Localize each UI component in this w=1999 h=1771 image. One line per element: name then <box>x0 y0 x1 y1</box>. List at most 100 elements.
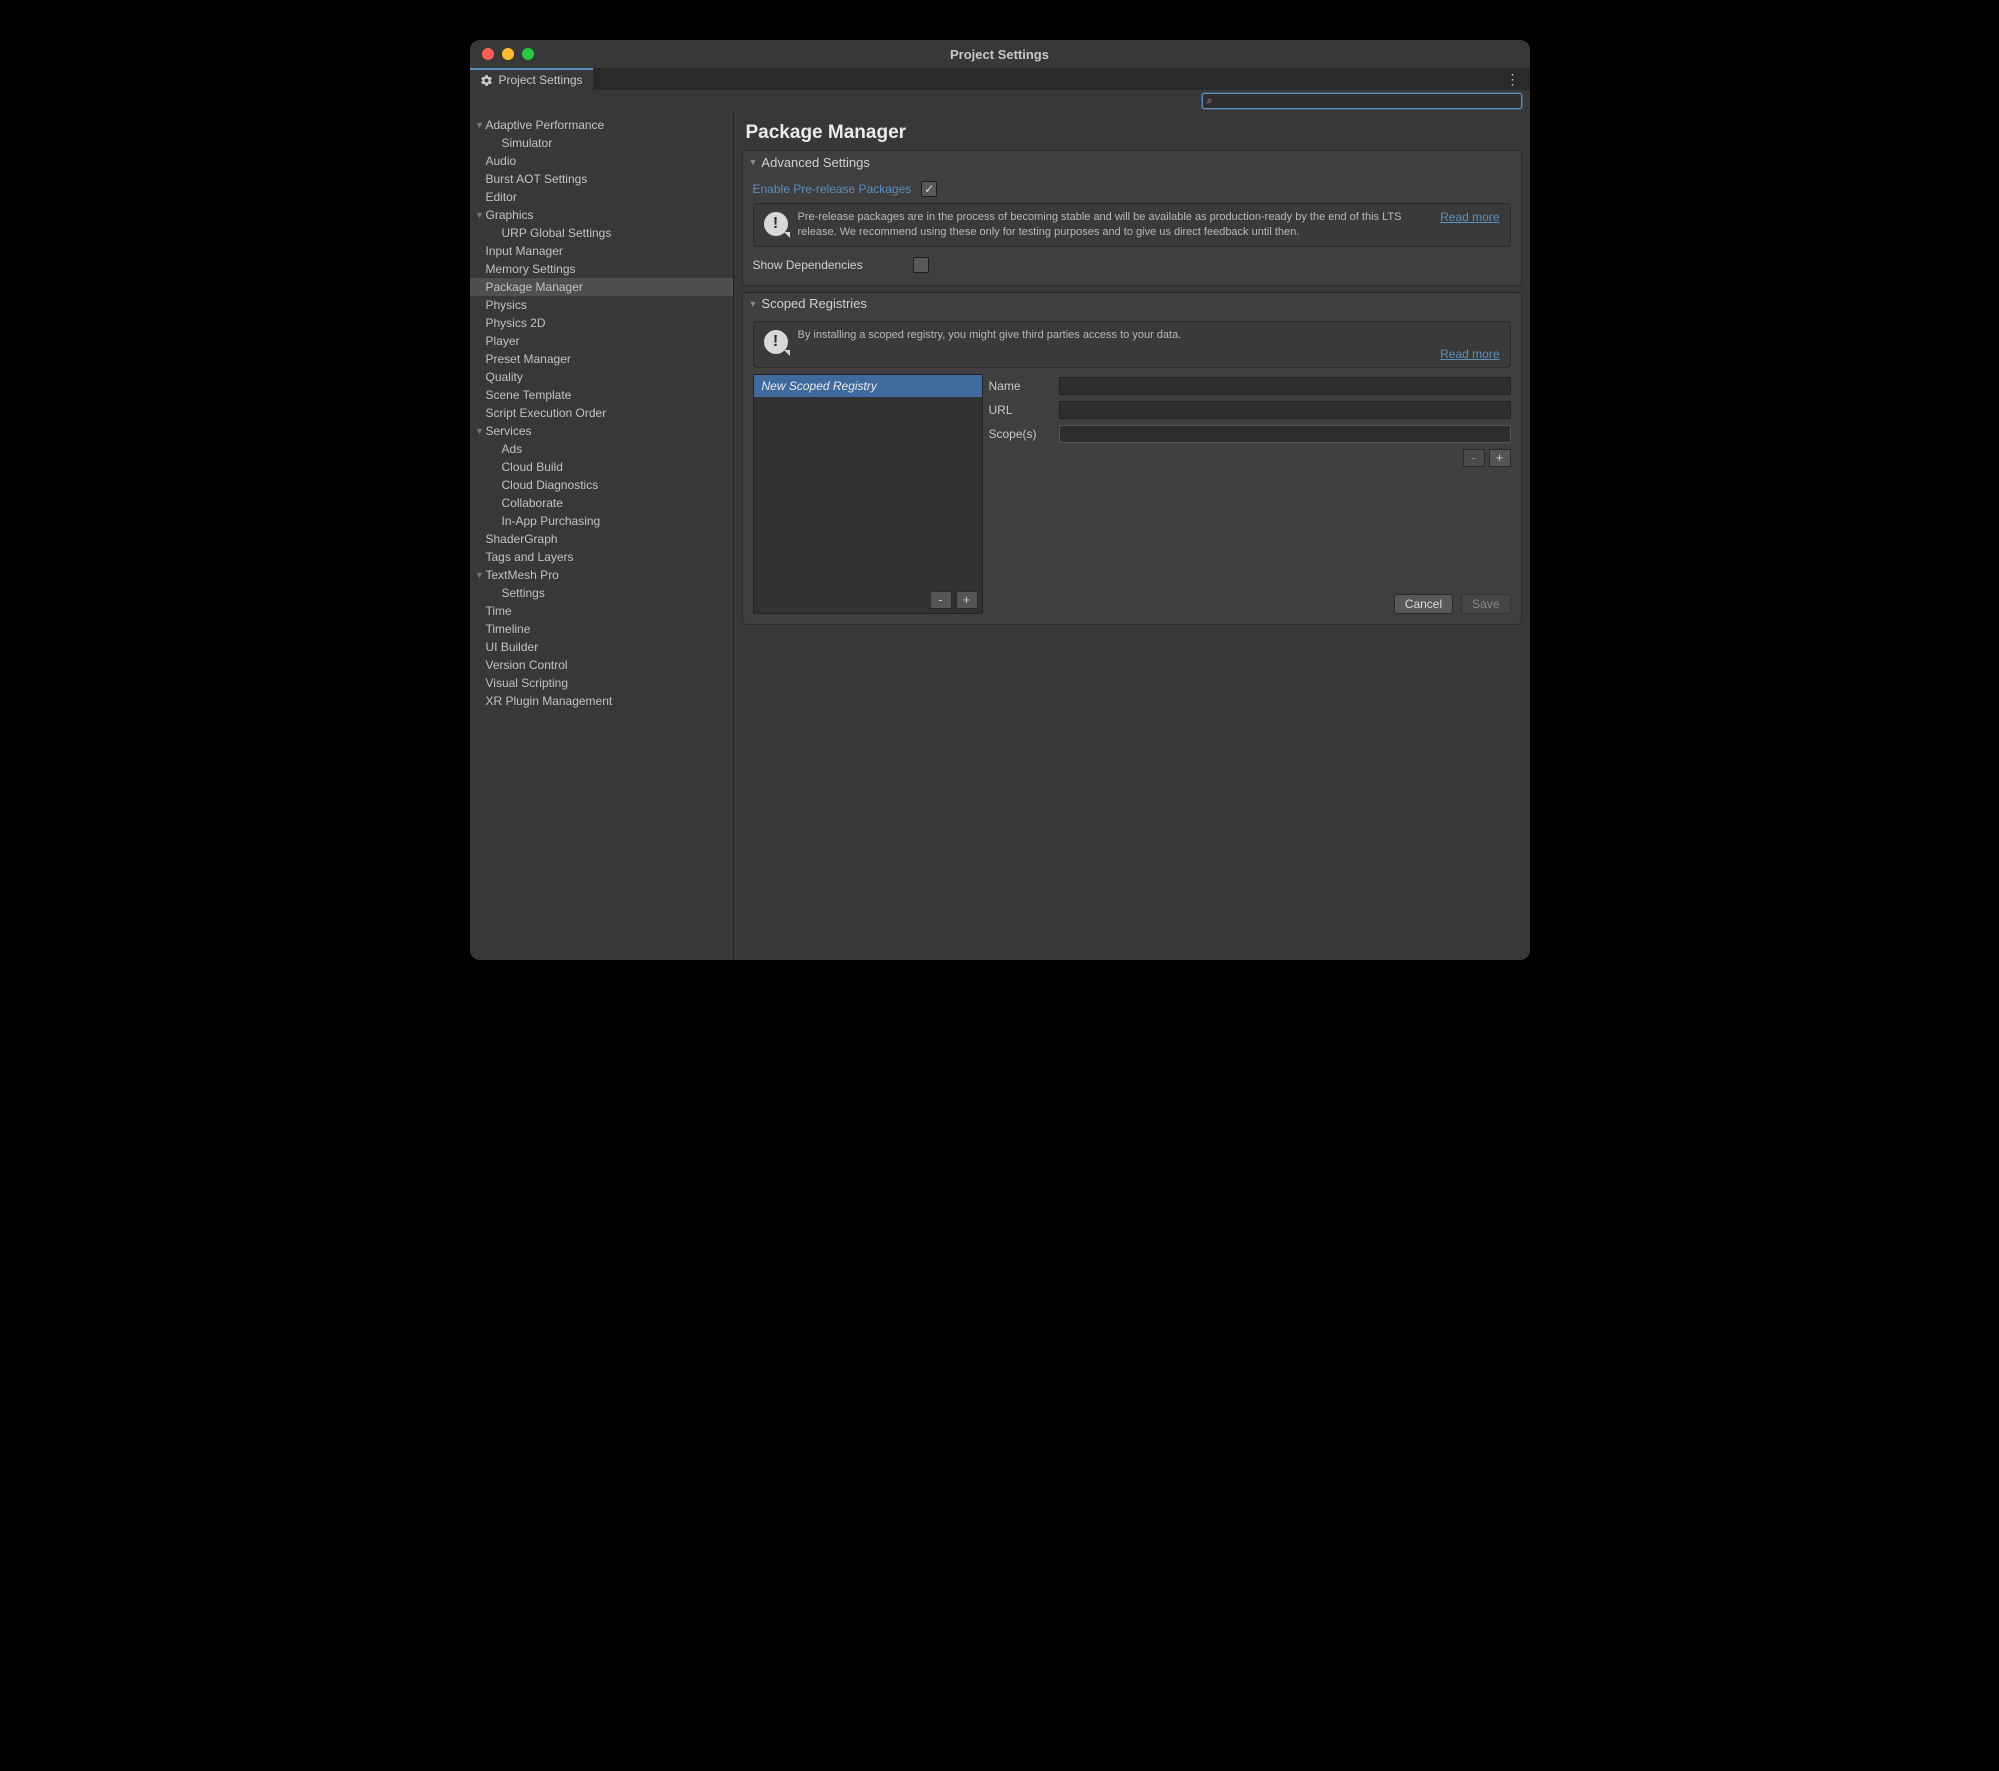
sidebar-item-quality[interactable]: ▼Quality <box>470 368 733 386</box>
sidebar-item-label: Version Control <box>486 658 568 672</box>
pre-release-read-more-link[interactable]: Read more <box>1440 210 1499 224</box>
sidebar-item-preset-manager[interactable]: ▼Preset Manager <box>470 350 733 368</box>
show-dependencies-checkbox[interactable] <box>913 257 929 273</box>
sidebar-item-simulator[interactable]: ▼Simulator <box>470 134 733 152</box>
sidebar-item-xr-plugin-management[interactable]: ▼XR Plugin Management <box>470 692 733 710</box>
sidebar-item-label: Audio <box>486 154 517 168</box>
sidebar-item-tags-and-layers[interactable]: ▼Tags and Layers <box>470 548 733 566</box>
sidebar-item-label: Ads <box>502 442 523 456</box>
registry-name-input[interactable] <box>1059 377 1511 395</box>
search-row: ⌕ <box>470 90 1530 112</box>
sidebar-item-shadergraph[interactable]: ▼ShaderGraph <box>470 530 733 548</box>
search-box[interactable]: ⌕ <box>1202 93 1522 109</box>
registry-form: Name URL Scope(s) - + <box>989 374 1511 614</box>
sidebar-item-label: Settings <box>502 586 545 600</box>
sidebar-item-label: Physics 2D <box>486 316 546 330</box>
search-input[interactable] <box>1217 94 1521 108</box>
cancel-button[interactable]: Cancel <box>1394 594 1453 614</box>
settings-sidebar[interactable]: ▼Adaptive Performance▼Simulator▼Audio▼Bu… <box>470 112 734 960</box>
chevron-down-icon: ▼ <box>474 120 486 130</box>
sidebar-item-services[interactable]: ▼Services <box>470 422 733 440</box>
sidebar-item-memory-settings[interactable]: ▼Memory Settings <box>470 260 733 278</box>
sidebar-item-label: UI Builder <box>486 640 539 654</box>
sidebar-item-urp-global-settings[interactable]: ▼URP Global Settings <box>470 224 733 242</box>
scoped-registries-warning-text: By installing a scoped registry, you mig… <box>798 328 1500 343</box>
sidebar-item-label: Visual Scripting <box>486 676 569 690</box>
registry-remove-button[interactable]: - <box>930 591 952 609</box>
sidebar-item-label: Physics <box>486 298 527 312</box>
sidebar-item-adaptive-performance[interactable]: ▼Adaptive Performance <box>470 116 733 134</box>
sidebar-item-graphics[interactable]: ▼Graphics <box>470 206 733 224</box>
sidebar-item-label: Input Manager <box>486 244 563 258</box>
sidebar-item-label: Scene Template <box>486 388 572 402</box>
sidebar-item-label: Script Execution Order <box>486 406 607 420</box>
sidebar-item-visual-scripting[interactable]: ▼Visual Scripting <box>470 674 733 692</box>
chevron-down-icon: ▼ <box>474 426 486 436</box>
registry-url-label: URL <box>989 403 1053 417</box>
sidebar-item-physics[interactable]: ▼Physics <box>470 296 733 314</box>
pre-release-info-box: ! Pre-release packages are in the proces… <box>753 203 1511 247</box>
sidebar-item-label: Services <box>486 424 532 438</box>
sidebar-item-package-manager[interactable]: ▼Package Manager <box>470 278 733 296</box>
registry-scope-input[interactable] <box>1059 425 1511 443</box>
sidebar-item-label: Editor <box>486 190 517 204</box>
sidebar-item-cloud-diagnostics[interactable]: ▼Cloud Diagnostics <box>470 476 733 494</box>
show-dependencies-row: Show Dependencies <box>753 253 1511 277</box>
sidebar-item-editor[interactable]: ▼Editor <box>470 188 733 206</box>
sidebar-item-physics-2d[interactable]: ▼Physics 2D <box>470 314 733 332</box>
sidebar-item-ads[interactable]: ▼Ads <box>470 440 733 458</box>
chevron-down-icon: ▼ <box>474 210 486 220</box>
advanced-settings-heading: Advanced Settings <box>761 155 869 170</box>
sidebar-item-input-manager[interactable]: ▼Input Manager <box>470 242 733 260</box>
registry-list-item[interactable]: New Scoped Registry <box>754 375 982 397</box>
sidebar-item-label: Cloud Build <box>502 460 563 474</box>
sidebar-item-label: Package Manager <box>486 280 583 294</box>
registry-add-button[interactable]: + <box>956 591 978 609</box>
sidebar-item-script-execution-order[interactable]: ▼Script Execution Order <box>470 404 733 422</box>
sidebar-item-collaborate[interactable]: ▼Collaborate <box>470 494 733 512</box>
tab-options-button[interactable]: ⋮ <box>1506 72 1520 86</box>
sidebar-item-timeline[interactable]: ▼Timeline <box>470 620 733 638</box>
tab-project-settings[interactable]: Project Settings <box>470 68 593 90</box>
registry-url-input[interactable] <box>1059 401 1511 419</box>
tab-bar: Project Settings ⋮ <box>470 68 1530 90</box>
scope-add-button[interactable]: + <box>1489 449 1511 467</box>
sidebar-item-textmesh-pro[interactable]: ▼TextMesh Pro <box>470 566 733 584</box>
sidebar-item-label: Memory Settings <box>486 262 576 276</box>
close-window-button[interactable] <box>482 48 494 60</box>
sidebar-item-player[interactable]: ▼Player <box>470 332 733 350</box>
chevron-down-icon: ▼ <box>474 570 486 580</box>
scoped-registries-header[interactable]: ▼ Scoped Registries <box>743 293 1521 315</box>
sidebar-item-cloud-build[interactable]: ▼Cloud Build <box>470 458 733 476</box>
sidebar-item-label: Cloud Diagnostics <box>502 478 599 492</box>
sidebar-item-label: Preset Manager <box>486 352 571 366</box>
warning-icon: ! <box>764 330 788 354</box>
sidebar-item-label: TextMesh Pro <box>486 568 559 582</box>
tab-label: Project Settings <box>499 73 583 87</box>
sidebar-item-label: Burst AOT Settings <box>486 172 588 186</box>
enable-pre-release-checkbox[interactable] <box>921 181 937 197</box>
sidebar-item-audio[interactable]: ▼Audio <box>470 152 733 170</box>
sidebar-item-settings[interactable]: ▼Settings <box>470 584 733 602</box>
scope-remove-button[interactable]: - <box>1463 449 1485 467</box>
registry-list[interactable]: New Scoped Registry - + <box>753 374 983 614</box>
project-settings-window: Project Settings Project Settings ⋮ ⌕ ▼A… <box>470 40 1530 960</box>
sidebar-item-label: Tags and Layers <box>486 550 574 564</box>
sidebar-item-scene-template[interactable]: ▼Scene Template <box>470 386 733 404</box>
advanced-settings-header[interactable]: ▼ Advanced Settings <box>743 151 1521 173</box>
enable-pre-release-row: Enable Pre-release Packages <box>753 177 1511 201</box>
save-button[interactable]: Save <box>1461 594 1510 614</box>
sidebar-item-label: Time <box>486 604 512 618</box>
sidebar-item-burst-aot-settings[interactable]: ▼Burst AOT Settings <box>470 170 733 188</box>
sidebar-item-label: In-App Purchasing <box>502 514 601 528</box>
sidebar-item-in-app-purchasing[interactable]: ▼In-App Purchasing <box>470 512 733 530</box>
scoped-registries-warning: ! By installing a scoped registry, you m… <box>753 321 1511 368</box>
sidebar-item-time[interactable]: ▼Time <box>470 602 733 620</box>
scoped-registries-read-more-link[interactable]: Read more <box>1440 347 1499 361</box>
minimize-window-button[interactable] <box>502 48 514 60</box>
zoom-window-button[interactable] <box>522 48 534 60</box>
settings-content: Package Manager ▼ Advanced Settings Enab… <box>734 112 1530 960</box>
sidebar-item-ui-builder[interactable]: ▼UI Builder <box>470 638 733 656</box>
sidebar-item-version-control[interactable]: ▼Version Control <box>470 656 733 674</box>
sidebar-item-label: Player <box>486 334 520 348</box>
